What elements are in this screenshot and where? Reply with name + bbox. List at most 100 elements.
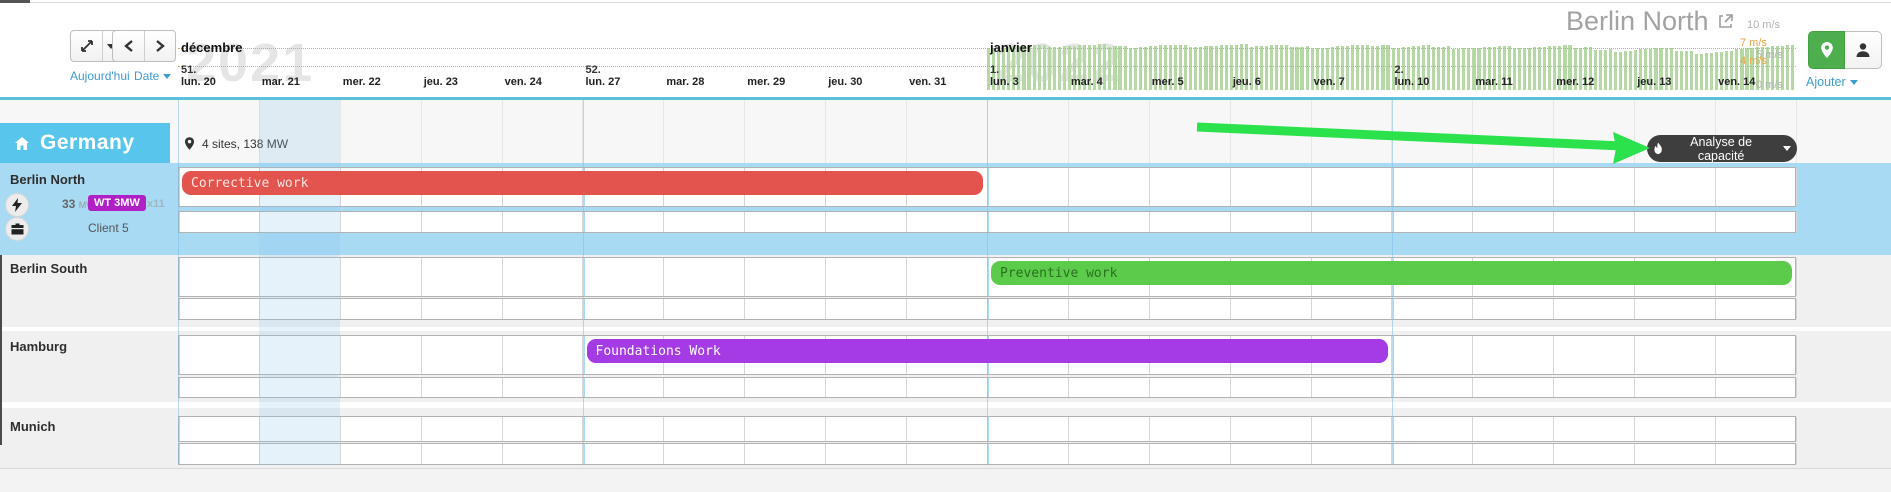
grid-cell[interactable] xyxy=(664,258,745,296)
grid-cell[interactable] xyxy=(1393,299,1474,319)
grid-cell[interactable] xyxy=(664,299,745,319)
grid-cell[interactable] xyxy=(179,444,260,464)
grid-cell[interactable] xyxy=(1312,417,1393,441)
grid-cell[interactable] xyxy=(259,100,341,163)
grid-cell[interactable] xyxy=(988,378,1069,397)
grid-cell[interactable] xyxy=(826,258,907,296)
grid-cell[interactable] xyxy=(422,299,503,319)
grid-cell[interactable] xyxy=(1716,299,1797,319)
grid-cell[interactable] xyxy=(826,299,907,319)
grid-cell[interactable] xyxy=(1635,299,1716,319)
grid-cell[interactable] xyxy=(663,100,745,163)
grid-cell[interactable] xyxy=(1635,417,1716,441)
grid-cell[interactable] xyxy=(584,212,665,232)
grid-cell[interactable] xyxy=(745,212,826,232)
grid-cell[interactable] xyxy=(341,378,422,397)
grid-cell[interactable] xyxy=(1069,299,1150,319)
grid-cell[interactable] xyxy=(584,299,665,319)
grid-cell[interactable] xyxy=(179,378,260,397)
grid-cell[interactable] xyxy=(826,212,907,232)
grid-cell[interactable] xyxy=(1716,444,1797,464)
grid-cell[interactable] xyxy=(584,258,665,296)
grid-cell[interactable] xyxy=(1311,100,1393,163)
grid-cell[interactable] xyxy=(1553,100,1635,163)
grid-cell[interactable] xyxy=(260,378,341,397)
grid-cell[interactable] xyxy=(664,378,745,397)
date-dropdown[interactable]: Date xyxy=(134,69,171,83)
task-bar[interactable]: Corrective work xyxy=(182,171,983,195)
grid-cell[interactable] xyxy=(826,444,907,464)
grid-cell[interactable] xyxy=(1312,299,1393,319)
grid-cell[interactable] xyxy=(1635,336,1716,374)
grid-cell[interactable] xyxy=(502,100,584,163)
grid-cell[interactable] xyxy=(1150,444,1231,464)
grid-cell[interactable] xyxy=(826,378,907,397)
task-bar[interactable]: Foundations Work xyxy=(587,339,1388,363)
external-link-icon[interactable] xyxy=(1717,13,1734,30)
grid-cell[interactable] xyxy=(341,417,422,441)
grid-cell[interactable] xyxy=(906,100,988,163)
grid-cell[interactable] xyxy=(503,444,584,464)
grid-cell[interactable] xyxy=(907,258,988,296)
grid-cell[interactable] xyxy=(1393,444,1474,464)
grid-cell[interactable] xyxy=(988,168,1069,206)
grid-cell[interactable] xyxy=(1069,417,1150,441)
grid-cell[interactable] xyxy=(422,444,503,464)
grid-cell[interactable] xyxy=(1231,168,1312,206)
grid-cell[interactable] xyxy=(1393,378,1474,397)
grid-cell[interactable] xyxy=(1473,212,1554,232)
grid-cell[interactable] xyxy=(583,100,665,163)
grid-cell[interactable] xyxy=(422,378,503,397)
grid-cell[interactable] xyxy=(1150,378,1231,397)
grid-cell[interactable] xyxy=(341,212,422,232)
grid-cell[interactable] xyxy=(179,258,260,296)
grid-cell[interactable] xyxy=(1473,378,1554,397)
grid-cell[interactable] xyxy=(584,417,665,441)
grid-cell[interactable] xyxy=(1554,336,1635,374)
grid-cell[interactable] xyxy=(179,336,260,374)
grid-cell[interactable] xyxy=(260,258,341,296)
grid-cell[interactable] xyxy=(1473,168,1554,206)
next-button[interactable] xyxy=(144,31,175,61)
grid-cell[interactable] xyxy=(1473,336,1554,374)
grid-cell[interactable] xyxy=(179,299,260,319)
grid-cell[interactable] xyxy=(745,299,826,319)
grid-cell[interactable] xyxy=(1312,212,1393,232)
grid-cell[interactable] xyxy=(1231,444,1312,464)
grid-cell[interactable] xyxy=(907,299,988,319)
add-dropdown[interactable]: Ajouter xyxy=(1806,75,1858,89)
grid-cell[interactable] xyxy=(422,336,503,374)
grid-cell[interactable] xyxy=(1231,299,1312,319)
grid-cell[interactable] xyxy=(988,444,1069,464)
grid-cell[interactable] xyxy=(1716,336,1797,374)
grid-cell[interactable] xyxy=(745,417,826,441)
grid-cell[interactable] xyxy=(745,378,826,397)
grid-cell[interactable] xyxy=(178,100,260,163)
prev-button[interactable] xyxy=(113,31,144,61)
grid-cell[interactable] xyxy=(1150,417,1231,441)
grid-cell[interactable] xyxy=(1393,212,1474,232)
grid-cell[interactable] xyxy=(340,100,422,163)
grid-cell[interactable] xyxy=(1393,336,1474,374)
grid-cell[interactable] xyxy=(1393,417,1474,441)
grid-cell[interactable] xyxy=(1554,417,1635,441)
grid-cell[interactable] xyxy=(1069,168,1150,206)
grid-cell[interactable] xyxy=(1473,444,1554,464)
grid-cell[interactable] xyxy=(1392,100,1474,163)
grid-cell[interactable] xyxy=(584,444,665,464)
grid-cell[interactable] xyxy=(988,212,1069,232)
grid-cell[interactable] xyxy=(503,417,584,441)
grid-cell[interactable] xyxy=(503,212,584,232)
grid-cell[interactable] xyxy=(503,299,584,319)
grid-cell[interactable] xyxy=(1312,444,1393,464)
task-bar[interactable]: Preventive work xyxy=(991,261,1792,285)
grid-cell[interactable] xyxy=(1554,212,1635,232)
grid-cell[interactable] xyxy=(260,299,341,319)
grid-cell[interactable] xyxy=(988,299,1069,319)
grid-cell[interactable] xyxy=(341,258,422,296)
grid-cell[interactable] xyxy=(1554,378,1635,397)
grid-cell[interactable] xyxy=(825,100,907,163)
grid-cell[interactable] xyxy=(341,299,422,319)
grid-cell[interactable] xyxy=(503,258,584,296)
grid-cell[interactable] xyxy=(1716,378,1797,397)
